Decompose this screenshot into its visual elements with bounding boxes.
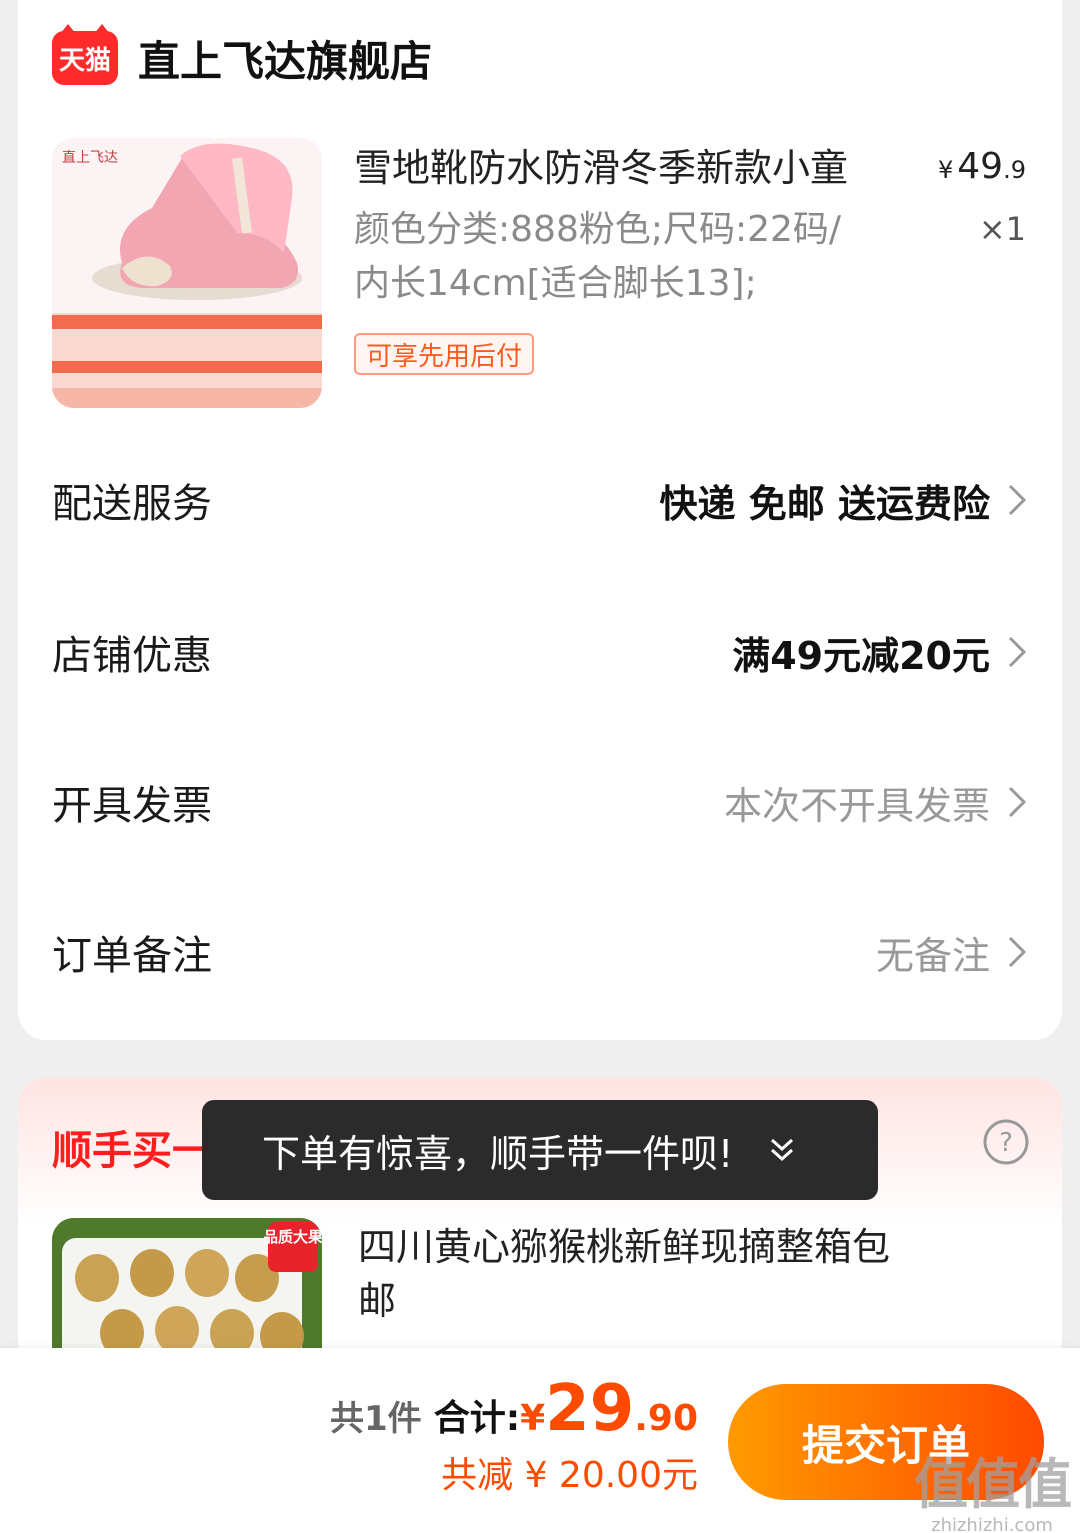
chevron-right-icon [1008,936,1027,968]
pay-later-badge: 可享先用后付 [354,333,535,375]
product-price: ¥49.9 [938,146,1026,187]
invoice-row[interactable]: 开具发票 本次不开具发票 [52,772,1028,832]
chevron-right-icon [1008,786,1027,818]
remark-label: 订单备注 [52,933,212,979]
image-brand-text: 直上飞达 [62,149,118,166]
remark-row[interactable]: 订单备注 无备注 [52,922,1028,982]
toast-text: 下单有惊喜，顺手带一件呗! [262,1131,734,1176]
total-summary: 共1件 合计: ¥ 29 .90 [330,1372,698,1446]
help-icon[interactable]: ? [982,1118,1030,1166]
delivery-label: 配送服务 [52,481,212,527]
watermark-url: zhizhizhi.com [931,1515,1053,1533]
snow-boot-image: 直上飞达 [52,138,322,408]
product-quantity: ×1 [978,210,1026,248]
quality-badge-text: 品质大果 [263,1228,322,1246]
watermark-logo: 值值值 [914,1453,1072,1516]
promo-toast[interactable]: 下单有惊喜，顺手带一件呗! [202,1100,878,1200]
remark-value: 无备注 [875,933,990,978]
delivery-row[interactable]: 配送服务 快递 免邮 送运费险 [52,470,1028,530]
total-dec: .90 [634,1398,698,1439]
double-chevron-down-icon [771,1138,794,1162]
store-discount-row[interactable]: 店铺优惠 满49元减20元 [52,622,1028,682]
delivery-value: 快递 免邮 送运费险 [659,481,990,526]
chevron-right-icon [1008,636,1027,668]
total-int: 29 [545,1372,635,1446]
product-spec[interactable]: 颜色分类:888粉色;尺码:22码/内长14cm[适合脚长13]; [354,203,874,311]
price-dec: .9 [1003,156,1026,184]
price-int: 49 [957,146,1004,187]
recommend-item-title[interactable]: 四川黄心猕猴桃新鲜现摘整箱包邮 [358,1220,918,1328]
tmall-logo-icon: 天猫 [52,24,118,85]
invoice-label: 开具发票 [52,783,212,829]
recommend-section-title: 顺手买一 [52,1128,212,1174]
watermark: 值值值 zhizhizhi.com [914,1440,1072,1533]
total-label: 合计: [433,1398,521,1439]
item-count: 共1件 [330,1399,422,1439]
invoice-value: 本次不开具发票 [723,783,990,828]
total-symbol: ¥ [520,1398,546,1439]
store-discount-label: 店铺优惠 [52,633,212,679]
svg-text:?: ? [999,1128,1013,1158]
store-header[interactable]: 天猫 直上飞达旗舰店 [52,24,432,89]
store-discount-value: 满49元减20元 [732,633,990,678]
price-symbol: ¥ [938,156,954,184]
product-title[interactable]: 雪地靴防水防滑冬季新款小童 [354,142,894,194]
product-image[interactable]: 直上飞达 [52,138,322,408]
total-discount: 共减 ¥ 20.00元 [441,1455,698,1496]
store-name[interactable]: 直上飞达旗舰店 [138,28,432,89]
chevron-right-icon [1008,484,1027,516]
